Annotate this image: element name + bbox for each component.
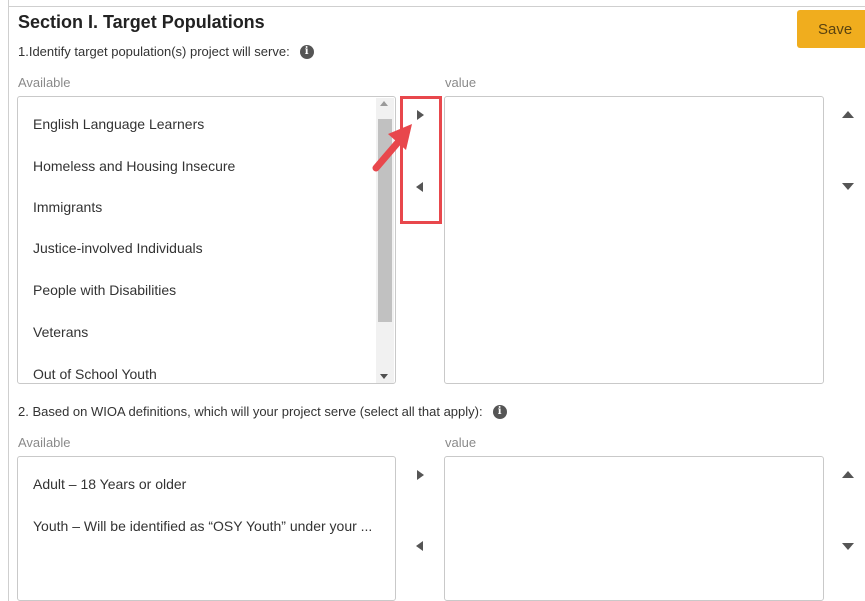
question-1: 1.Identify target population(s) project … [18, 44, 314, 59]
list-item[interactable]: Justice-involved Individuals [33, 240, 203, 256]
value-label-2: value [445, 435, 477, 450]
list-item[interactable]: Out of School Youth [33, 366, 157, 382]
list-item[interactable]: Youth – Will be identified as “OSY Youth… [33, 518, 372, 534]
scroll-down-arrow-icon[interactable] [380, 374, 388, 379]
question-1-text: 1.Identify target population(s) project … [18, 44, 290, 59]
list-item[interactable]: People with Disabilities [33, 282, 176, 298]
triangle-down-icon[interactable] [842, 543, 854, 550]
panel-border-top [8, 6, 865, 7]
list-item[interactable]: Homeless and Housing Insecure [33, 158, 235, 174]
annotation-arrow-icon [372, 124, 412, 172]
question-2: 2. Based on WIOA definitions, which will… [18, 404, 507, 419]
question-2-text: 2. Based on WIOA definitions, which will… [18, 404, 483, 419]
value-list-1[interactable] [444, 96, 824, 384]
list-item[interactable]: English Language Learners [33, 116, 204, 132]
triangle-up-icon[interactable] [842, 111, 854, 118]
list-item[interactable]: Immigrants [33, 199, 102, 215]
triangle-down-icon[interactable] [842, 183, 854, 190]
scroll-up-arrow-icon[interactable] [380, 101, 388, 106]
triangle-left-icon[interactable] [416, 541, 423, 551]
value-label-1: value [445, 75, 477, 90]
available-label-2: Available [18, 435, 71, 450]
available-list-1[interactable]: English Language Learners Homeless and H… [17, 96, 396, 384]
list-item[interactable]: Veterans [33, 324, 88, 340]
list-item[interactable]: Adult – 18 Years or older [33, 476, 186, 492]
available-list-2[interactable]: Adult – 18 Years or older Youth – Will b… [17, 456, 396, 601]
triangle-up-icon[interactable] [842, 471, 854, 478]
available-label-1: Available [18, 75, 71, 90]
panel-border-left [8, 0, 9, 601]
info-icon[interactable]: i [492, 404, 507, 419]
value-list-2[interactable] [444, 456, 824, 601]
triangle-right-icon[interactable] [417, 470, 424, 480]
info-icon[interactable]: i [299, 44, 314, 59]
section-title: Section I. Target Populations [18, 12, 265, 32]
save-button[interactable]: Save [797, 10, 865, 48]
